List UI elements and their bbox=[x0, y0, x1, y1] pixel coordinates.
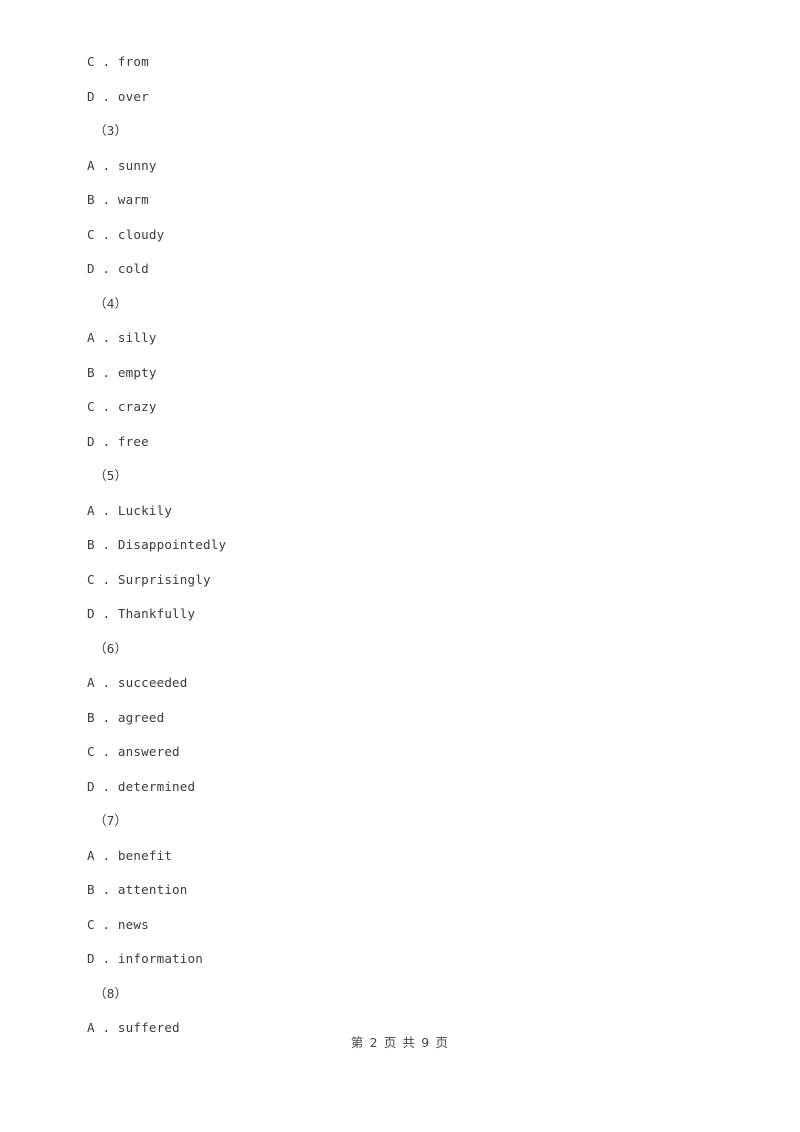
answer-option: A . Luckily bbox=[87, 502, 173, 518]
answer-option: B . Disappointedly bbox=[87, 537, 227, 552]
page-footer: 第 2 页 共 9 页 bbox=[350, 1035, 450, 1050]
answer-option: D . over bbox=[87, 88, 149, 104]
question-number: （3） bbox=[94, 123, 128, 138]
answer-option: C . cloudy bbox=[87, 226, 165, 242]
answer-option: A . sunny bbox=[87, 157, 157, 173]
answer-option: A . silly bbox=[87, 330, 157, 345]
document-page: C . from D . over （3） A . sunny B . warm C . … bbox=[0, 0, 800, 1132]
question-number: （5） bbox=[94, 468, 128, 483]
answer-option: B . warm bbox=[87, 192, 149, 207]
answer-option: C . news bbox=[87, 916, 149, 932]
answer-option: B . attention bbox=[87, 882, 188, 897]
answer-option: C . from bbox=[87, 54, 149, 69]
answer-option: B . agreed bbox=[87, 709, 165, 725]
answer-option: A . succeeded bbox=[87, 675, 188, 690]
answer-option: B . empty bbox=[87, 364, 157, 380]
answer-option: D . Thankfully bbox=[87, 606, 196, 621]
question-list: C . from D . over （3） A . sunny B . warm C . … bbox=[87, 45, 707, 1046]
answer-option: C . Surprisingly bbox=[87, 571, 211, 587]
question-number: （8） bbox=[94, 985, 128, 1001]
answer-option: C . crazy bbox=[87, 399, 157, 414]
question-number: （4） bbox=[94, 295, 128, 311]
question-number: （7） bbox=[94, 813, 128, 828]
answer-option: C . answered bbox=[87, 744, 180, 759]
answer-option: D . information bbox=[87, 951, 203, 966]
answer-option: D . free bbox=[87, 433, 149, 449]
answer-option: D . determined bbox=[87, 778, 196, 794]
answer-option: D . cold bbox=[87, 261, 149, 276]
question-number: （6） bbox=[94, 640, 128, 656]
answer-option: A . benefit bbox=[87, 847, 173, 863]
